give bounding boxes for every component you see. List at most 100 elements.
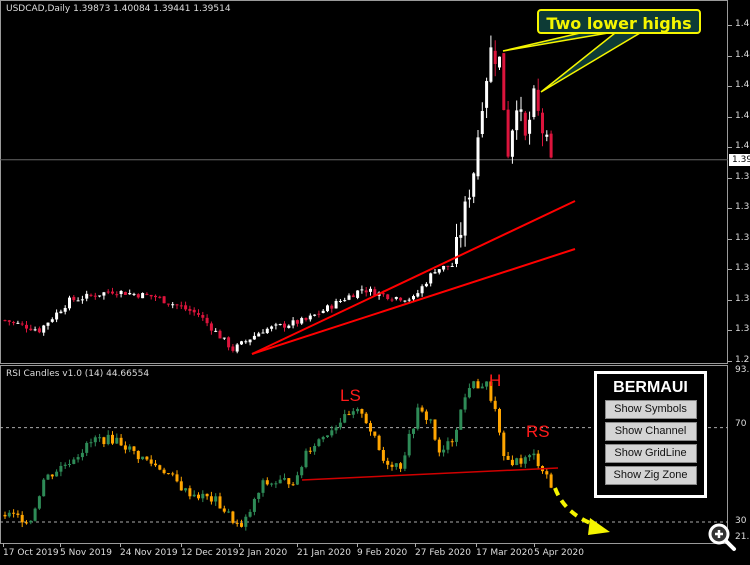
rsi-candle: [55, 471, 59, 477]
rsi-candle: [506, 455, 510, 460]
head-label: H: [489, 371, 502, 390]
price-candle: [528, 119, 532, 134]
price-candle: [287, 325, 291, 328]
rsi-candle: [528, 455, 532, 458]
rsi-candle: [80, 452, 84, 458]
price-candle: [536, 89, 540, 111]
rsi-candle: [235, 522, 239, 524]
price-axis-tick: [728, 86, 732, 87]
rsi-candle: [399, 463, 403, 469]
price-candle: [141, 293, 145, 299]
date-axis-label: 17 Mar 2020: [476, 548, 534, 558]
date-axis-tick: [415, 543, 416, 547]
price-candle: [123, 291, 127, 295]
rsi-candle: [510, 459, 514, 466]
rsi-candle: [209, 496, 213, 502]
rsi-candle: [291, 484, 295, 486]
price-candle: [80, 299, 84, 301]
rsi-candle: [274, 483, 278, 485]
price-candle: [472, 173, 476, 197]
price-candle: [205, 317, 209, 324]
price-axis-tick: [728, 238, 732, 240]
rsi-candle: [102, 437, 106, 445]
rsi-candle: [240, 523, 243, 527]
zoom-in-icon[interactable]: [707, 522, 737, 552]
price-candle: [72, 296, 76, 301]
price-candle: [162, 296, 166, 304]
rsi-candle: [171, 473, 175, 475]
rsi-candle: [545, 471, 549, 475]
rsi-candle: [231, 511, 235, 523]
date-axis-tick: [60, 543, 61, 547]
price-candle: [476, 137, 480, 177]
rsi-candle: [188, 488, 192, 497]
rsi-candle: [119, 437, 123, 446]
left-shoulder-label: LS: [340, 386, 361, 405]
current-price-tag: 1.39514: [729, 154, 750, 166]
price-axis-label: 1.33895: [735, 263, 750, 273]
price-candle: [214, 330, 218, 332]
price-axis-tick: [728, 116, 732, 118]
rsi-candle: [42, 479, 46, 497]
price-candle: [179, 305, 183, 307]
rsi-candle: [347, 414, 351, 416]
price-candle: [55, 312, 59, 320]
date-axis-label: 27 Feb 2020: [415, 548, 472, 558]
rsi-candle: [50, 474, 54, 477]
price-candle: [300, 318, 304, 324]
price-candle: [93, 295, 97, 297]
price-candle: [16, 322, 20, 324]
price-candle: [399, 297, 403, 301]
price-candle: [111, 291, 114, 294]
rsi-candle: [416, 407, 420, 429]
rsi-candle: [519, 458, 523, 464]
price-candle: [498, 56, 501, 68]
rsi-candle: [549, 474, 553, 488]
rsi-candle: [321, 437, 325, 440]
price-candle: [274, 324, 278, 326]
price-candle: [455, 236, 458, 264]
price-candle: [532, 88, 536, 118]
rsi-candle: [227, 511, 231, 513]
price-axis-tick: [728, 25, 732, 26]
rsi-candle: [123, 445, 127, 450]
price-candle: [50, 319, 54, 322]
price-candle: [188, 308, 192, 311]
price-candle: [244, 341, 248, 343]
price-axis-label: 1.40150: [735, 141, 750, 151]
price-candle: [252, 335, 256, 340]
date-axis-label: 24 Nov 2019: [120, 548, 178, 558]
projection-arrowhead: [588, 518, 610, 535]
price-axis-label: 1.30745: [735, 324, 750, 334]
show-gridline-button[interactable]: Show GridLine: [604, 444, 697, 463]
rsi-candle: [29, 520, 33, 523]
price-candle: [248, 339, 252, 343]
price-candle: [240, 341, 243, 345]
price-candle: [197, 313, 200, 315]
show-symbols-button[interactable]: Show Symbols: [604, 400, 697, 419]
price-candle: [412, 296, 415, 300]
price-axis-label: 1.46405: [735, 19, 750, 29]
price-candle: [278, 324, 282, 326]
price-candle: [192, 309, 196, 313]
date-axis-label: 17 Oct 2019: [3, 548, 59, 558]
price-candle: [506, 109, 510, 157]
rsi-candle: [63, 464, 67, 466]
price-candle: [330, 305, 334, 309]
rsi-candle: [158, 465, 162, 470]
price-candle: [437, 269, 441, 273]
price-candle: [184, 305, 188, 310]
show-zig-zone-button[interactable]: Show Zig Zone: [604, 466, 697, 485]
price-candle: [283, 323, 286, 328]
price-axis-label: 1.44875: [735, 49, 750, 60]
price-candle: [420, 286, 424, 294]
price-candle: [321, 310, 325, 314]
rsi-candle: [192, 494, 196, 497]
price-candle: [295, 320, 299, 324]
price-candle: [136, 294, 140, 298]
rsi-candle: [304, 450, 308, 468]
price-candle: [364, 290, 368, 293]
rsi-candle: [300, 467, 304, 476]
show-channel-button[interactable]: Show Channel: [604, 422, 697, 441]
rsi-candle: [403, 455, 407, 469]
